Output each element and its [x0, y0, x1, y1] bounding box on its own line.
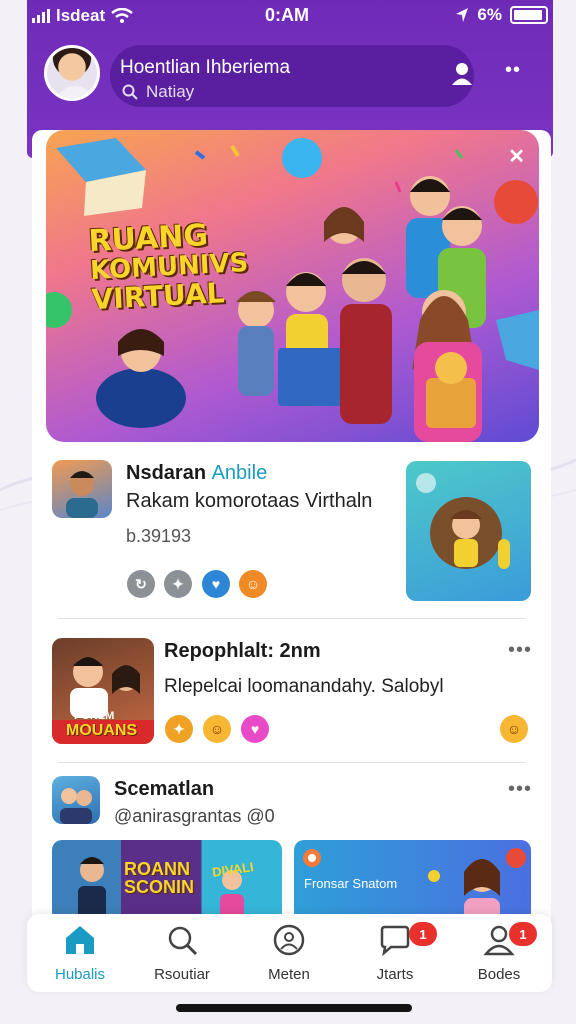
clock: 0:AM — [265, 5, 309, 25]
user-icon[interactable] — [449, 60, 475, 86]
notification-badge: 1 — [509, 922, 537, 946]
post-author[interactable]: Repophlalt: 2nm — [164, 640, 321, 663]
nav-item-home[interactable]: Hubalis — [30, 924, 130, 988]
nav-item-chats[interactable]: Jtarts 1 — [345, 922, 445, 988]
signal-icon — [32, 9, 50, 23]
post-author[interactable]: Nsdaran Anbile — [126, 462, 267, 485]
post-media-thumbnail[interactable]: ROANN SCONIN DIVALI — [52, 840, 282, 922]
nav-label: Meten — [268, 966, 310, 983]
search-placeholder: Natiay — [146, 82, 195, 101]
nav-label: Hubalis — [54, 966, 106, 983]
nav-label: Bodes — [477, 966, 521, 983]
divider — [58, 618, 525, 619]
profile-icon — [273, 924, 305, 956]
post-author-name: Nsdaran — [126, 462, 207, 484]
post-avatar[interactable] — [52, 460, 112, 518]
bottom-navigation: Hubalis Rsoutiar Meten Jtarts 1 Bodes 1 — [27, 914, 552, 992]
home-icon — [66, 926, 94, 954]
nav-label: Jtarts — [376, 966, 414, 983]
home-indicator — [176, 1004, 412, 1012]
post-text: Rakam komorotaas Virthaln — [126, 490, 373, 512]
header-title: Hoentlian Ihberiema — [120, 57, 291, 78]
profile-avatar[interactable] — [44, 45, 100, 101]
post-avatar[interactable] — [52, 776, 100, 824]
post-meta: b.39193 — [126, 526, 192, 546]
nav-item-profile[interactable]: Meten — [239, 924, 339, 988]
fire-icon[interactable]: ✦ — [165, 715, 193, 743]
search-bar[interactable]: Hoentlian Ihberiema Natiay — [110, 45, 474, 107]
divider — [58, 762, 525, 763]
status-bar: lsdeat 0:AM 6% — [0, 0, 576, 30]
banner-title: RUANG KOMUNIVS VIRTUAL — [88, 218, 251, 316]
share-icon[interactable]: ↻ — [127, 570, 155, 598]
chat-icon — [380, 925, 410, 956]
wifi-icon — [111, 8, 133, 23]
more-options-icon[interactable]: ••• — [508, 640, 532, 660]
carrier-label: lsdeat — [56, 6, 106, 25]
nav-label: Rsoutiar — [154, 966, 210, 983]
nav-item-search[interactable]: Rsoutiar — [132, 924, 232, 988]
thumbnail-caption: MOUANS — [66, 722, 138, 739]
search-icon — [168, 926, 198, 956]
post-author[interactable]: Scematlan — [114, 778, 214, 801]
puzzle-icon[interactable]: ✦ — [164, 570, 192, 598]
post-avatar[interactable]: PONEM MOUANS — [52, 638, 154, 744]
media-title-line: SCONIN — [124, 877, 195, 897]
child-illustration — [416, 473, 510, 569]
smile-icon[interactable]: ☺ — [500, 715, 528, 743]
media-title: ROANN SCONIN — [124, 860, 194, 896]
close-icon[interactable]: ✕ — [508, 144, 525, 169]
post-author-tag: Anbile — [211, 462, 268, 484]
battery-percent: 6% — [477, 5, 502, 24]
search-icon — [122, 84, 138, 100]
thumbnail-caption: PONEM — [74, 710, 115, 722]
post-media-thumbnail[interactable]: Fronsar Snatom — [294, 840, 531, 922]
location-icon — [456, 8, 469, 22]
battery-icon — [510, 6, 548, 24]
more-options-icon[interactable]: •• — [505, 60, 529, 80]
people-thumbnail — [60, 788, 92, 824]
community-banner[interactable]: RUANG KOMUNIVS VIRTUAL ✕ — [46, 130, 539, 442]
post-media-thumbnail[interactable] — [406, 461, 531, 601]
notification-badge: 1 — [409, 922, 437, 946]
laugh-icon[interactable]: ☺ — [203, 715, 231, 743]
nav-item-badges[interactable]: Bodes 1 — [449, 922, 549, 988]
feed-card: RUANG KOMUNIVS VIRTUAL ✕ Nsdaran Anbile … — [32, 130, 551, 960]
media-title-line: ROANN — [124, 859, 190, 879]
app-screen: lsdeat 0:AM 6% Hoentlian Ihberiema Natia… — [0, 0, 576, 1024]
love-icon[interactable]: ♥ — [241, 715, 269, 743]
media-caption: Fronsar Snatom — [304, 876, 398, 891]
heart-icon[interactable]: ♥ — [202, 570, 230, 598]
person-thumbnail — [66, 471, 98, 518]
post-handle: @anirasgrantas @0 — [114, 806, 275, 826]
more-options-icon[interactable]: ••• — [508, 779, 532, 799]
smile-icon[interactable]: ☺ — [239, 570, 267, 598]
post-text: Rlepelcai loomanandahy. Salobyl — [164, 676, 444, 697]
